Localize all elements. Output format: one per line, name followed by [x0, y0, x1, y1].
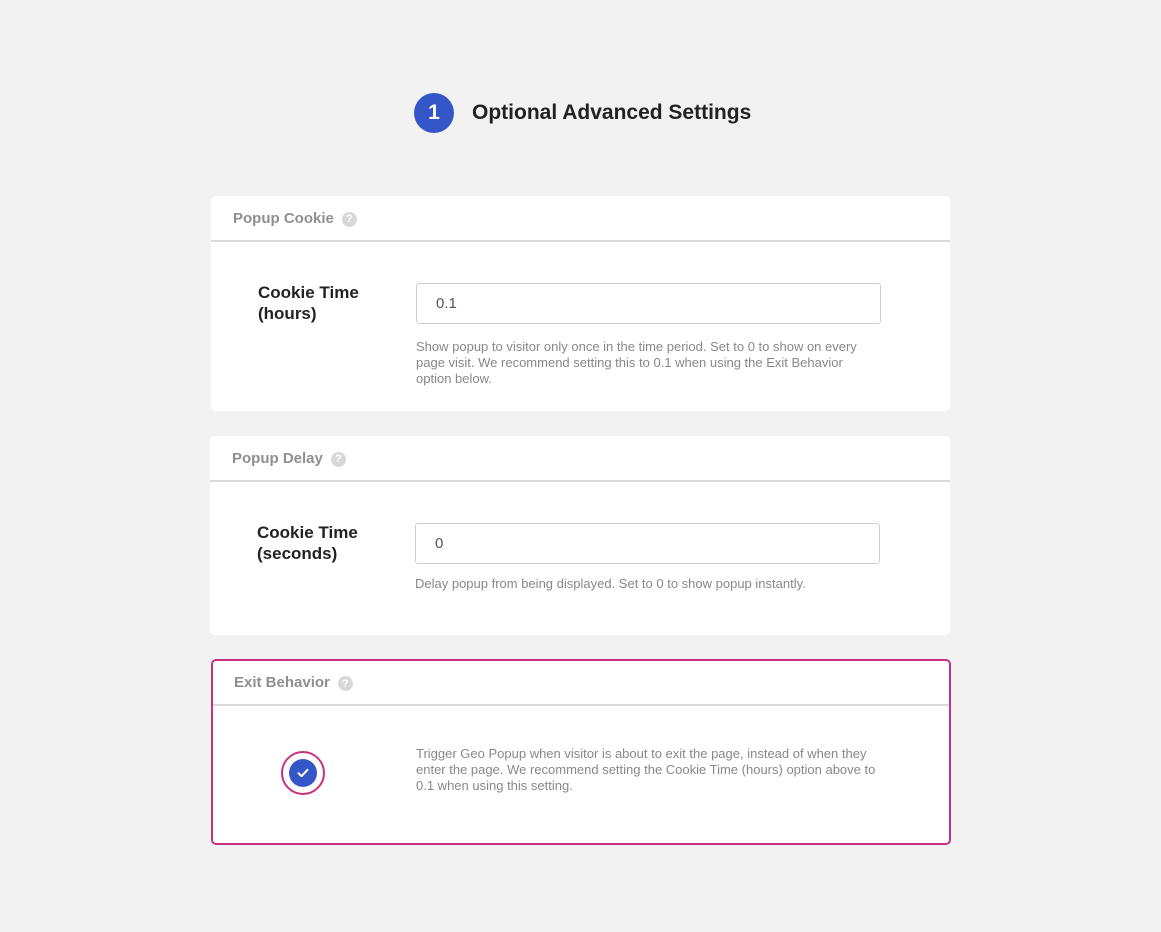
cookie-time-seconds-help: Delay popup from being displayed. Set to… [415, 576, 806, 591]
cookie-time-hours-help: Show popup to visitor only once in the t… [416, 339, 857, 386]
exit-behavior-help: Trigger Geo Popup when visitor is about … [416, 746, 876, 793]
exit-behavior-title: Exit Behavior [234, 674, 330, 691]
help-icon[interactable]: ? [341, 211, 357, 227]
popup-delay-header: Popup Delay ? [210, 436, 950, 482]
page-header: 1 Optional Advanced Settings [414, 93, 751, 133]
cookie-time-hours-label: Cookie Time (hours) [258, 283, 359, 323]
cookie-time-seconds-label: Cookie Time (seconds) [257, 523, 358, 563]
popup-delay-title: Popup Delay [232, 449, 323, 467]
help-icon[interactable]: ? [330, 451, 346, 467]
popup-cookie-title: Popup Cookie [233, 209, 334, 227]
exit-behavior-card: Exit Behavior ? Trigger Geo Popup when v… [211, 659, 951, 845]
cookie-time-seconds-input[interactable] [415, 523, 880, 564]
exit-behavior-checkbox[interactable] [281, 751, 325, 795]
popup-delay-card: Popup Delay ? Cookie Time (seconds) Dela… [210, 436, 950, 635]
help-icon[interactable]: ? [337, 676, 353, 691]
page-title: Optional Advanced Settings [472, 101, 752, 124]
exit-behavior-header: Exit Behavior ? [213, 661, 949, 706]
popup-cookie-header: Popup Cookie ? [211, 196, 950, 242]
checkbox-checked-indicator [289, 759, 317, 787]
cookie-time-hours-input[interactable] [416, 283, 881, 324]
popup-cookie-card: Popup Cookie ? Cookie Time (hours) Show … [211, 196, 950, 411]
step-number-badge: 1 [414, 93, 454, 133]
checkmark-icon [297, 768, 309, 778]
